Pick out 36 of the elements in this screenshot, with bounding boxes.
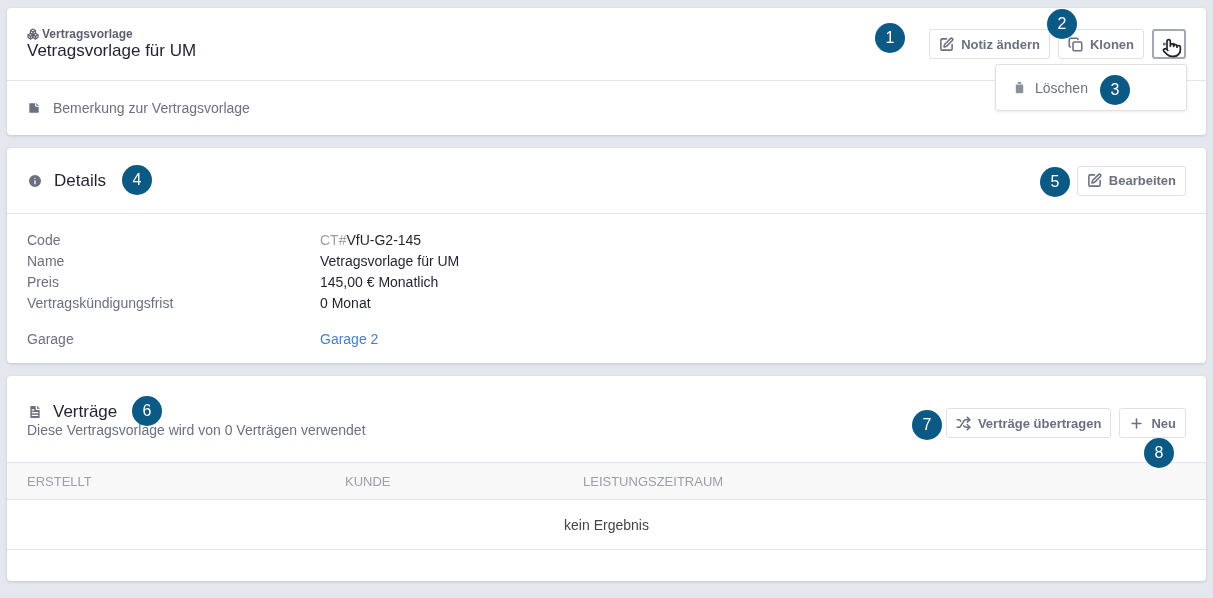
template-title: Vetragsvorlage für UM (27, 41, 197, 61)
section-title: Details (54, 170, 106, 191)
field-label: Preis (27, 274, 60, 290)
edit-icon (1086, 173, 1102, 188)
field-value: 145,00 € Monatlich (320, 274, 440, 290)
clone-icon (1067, 36, 1083, 52)
pointer-cursor-icon (1162, 38, 1182, 58)
document-icon (27, 404, 43, 420)
type-label: Vertragsvorlage (42, 27, 133, 41)
trash-icon (1012, 80, 1027, 95)
action-button[interactable]: Notiz ändern (929, 29, 1050, 59)
field-value: Vetragsvorlage für UM (320, 253, 461, 269)
transfer-icon (955, 415, 971, 431)
garage-link[interactable]: Garage 2 (320, 331, 379, 347)
column-header: LEISTUNGSZEITRAUM (583, 473, 725, 489)
column-header: ERSTELLT (27, 473, 93, 489)
boxes-icon (27, 28, 39, 40)
column-header: KUNDE (345, 473, 392, 489)
action-button[interactable]: Verträge übertragen (945, 408, 1112, 438)
note-icon (27, 101, 41, 115)
action-button[interactable]: Klonen (1057, 29, 1144, 59)
add-icon (1129, 415, 1145, 431)
field-label: Code (27, 232, 62, 248)
section-title: Verträge (53, 402, 118, 422)
menu-item[interactable]: Löschen (1012, 79, 1088, 96)
field-label: Vertragskündigungsfrist (27, 295, 175, 311)
edit-icon (939, 36, 955, 52)
info-icon (27, 172, 43, 189)
note-text: Bemerkung zur Vertragsvorlage (53, 100, 250, 116)
field-value: CT#VfU-G2-145 (320, 232, 423, 248)
field-value: 0 Monat (320, 295, 372, 311)
action-button[interactable]: Neu (1119, 408, 1186, 438)
action-button[interactable]: Bearbeiten (1076, 165, 1186, 196)
field-label: Name (27, 253, 66, 269)
empty-message: kein Ergebnis (564, 516, 649, 533)
field-label: Garage (27, 331, 75, 347)
